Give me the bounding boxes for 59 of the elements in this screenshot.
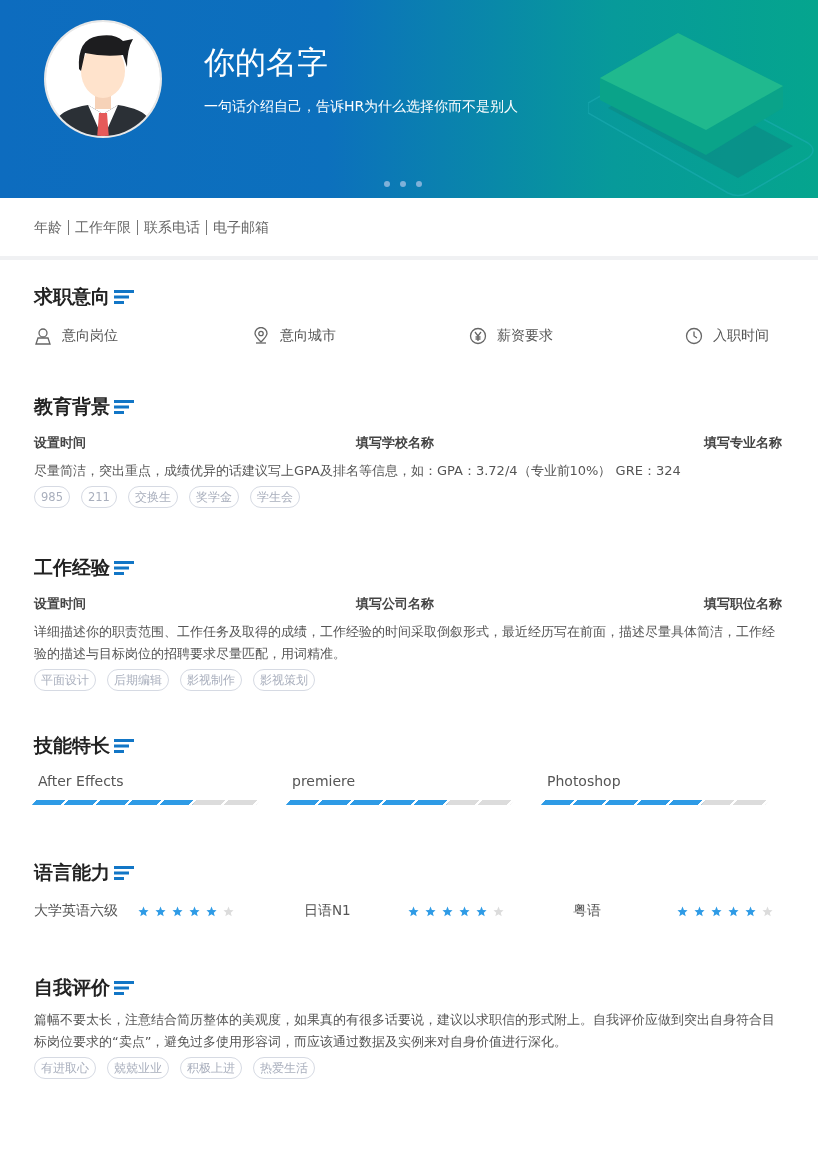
star-icon — [711, 905, 722, 917]
intent-label: 意向城市 — [280, 327, 336, 345]
entry-heading: 设置时间 — [34, 595, 86, 613]
language-name: 粤语 — [573, 902, 602, 920]
section-title: 语言能力 — [34, 860, 110, 885]
intent-label: 意向岗位 — [62, 327, 118, 345]
contact-info: 年龄 — [34, 219, 63, 235]
intent-label: 薪资要求 — [497, 327, 553, 345]
section-title: 自我评价 — [34, 975, 110, 1000]
star-icon — [728, 905, 739, 917]
section-title: 工作经验 — [34, 555, 110, 580]
star-icon — [223, 905, 234, 917]
intent-label: 入职时间 — [713, 327, 769, 345]
skill-name: After Effects — [37, 773, 125, 789]
entry-heading: 填写学校名称 — [356, 434, 434, 452]
yen-coin-icon — [469, 327, 487, 345]
language-name: 日语N1 — [304, 902, 352, 920]
language-name: 大学英语六级 — [34, 902, 119, 920]
location-pin-icon — [252, 327, 270, 345]
star-icon — [189, 905, 200, 917]
tagline: 一句话介绍自己，告诉HR为什么选择你而不是别人 — [204, 98, 519, 116]
section-lines-icon — [114, 739, 134, 753]
entry-heading: 填写公司名称 — [356, 595, 434, 613]
clock-icon — [685, 327, 703, 345]
star-icon — [476, 905, 487, 917]
description: 篇幅不要太长，注意结合简历整体的美观度，如果真的有很多话要说，建议以求职信的形式附上。自我评价应做到突出自身符合目标岗位要求的“卖点”，避免过多使用形容词，而应该通过数据及实例来对自身价值进行深化。 — [34, 1011, 776, 1051]
section-title: 求职意向 — [34, 284, 110, 309]
entry-heading: 填写职位名称 — [704, 595, 782, 613]
section-lines-icon — [114, 561, 134, 575]
section-lines-icon — [114, 290, 134, 304]
skill-name: premiere — [291, 773, 357, 789]
star-icon — [425, 905, 436, 917]
entry-heading: 设置时间 — [34, 434, 86, 452]
star-icon — [442, 905, 453, 917]
description: 尽量简洁，突出重点，成绩优异的话建议写上GPA及排名等信息，如：GPA：3.72/4（专业前10%） GRE：324 — [34, 462, 682, 480]
star-icon — [459, 905, 470, 917]
description: 详细描述你的职责范围、工作任务及取得的成绩，工作经验的时间采取倒叙形式，最近经历写在前面，描述尽量具体简洁，工作经验的描述与目标岗位的招聘要求尽量匹配，用词精准。 — [34, 623, 776, 663]
star-icon — [493, 905, 504, 917]
star-icon — [677, 905, 688, 917]
section-lines-icon — [114, 981, 134, 995]
entry-heading: 填写专业名称 — [704, 434, 782, 452]
section-title: 教育背景 — [34, 394, 110, 419]
star-icon — [762, 905, 773, 917]
star-icon — [745, 905, 756, 917]
section-title: 技能特长 — [34, 733, 110, 758]
star-icon — [694, 905, 705, 917]
person-name: 你的名字 — [204, 43, 329, 82]
skill-name: Photoshop — [546, 773, 622, 789]
section-lines-icon — [114, 866, 134, 880]
contact-info: 电子邮箱 — [206, 219, 275, 235]
contact-info: 联系电话 — [137, 219, 206, 235]
star-icon — [155, 905, 166, 917]
star-icon — [172, 905, 183, 917]
section-lines-icon — [114, 400, 134, 414]
contact-info: 工作年限 — [68, 219, 137, 235]
star-icon — [138, 905, 149, 917]
person-icon — [34, 327, 52, 345]
star-icon — [206, 905, 217, 917]
star-icon — [408, 905, 419, 917]
